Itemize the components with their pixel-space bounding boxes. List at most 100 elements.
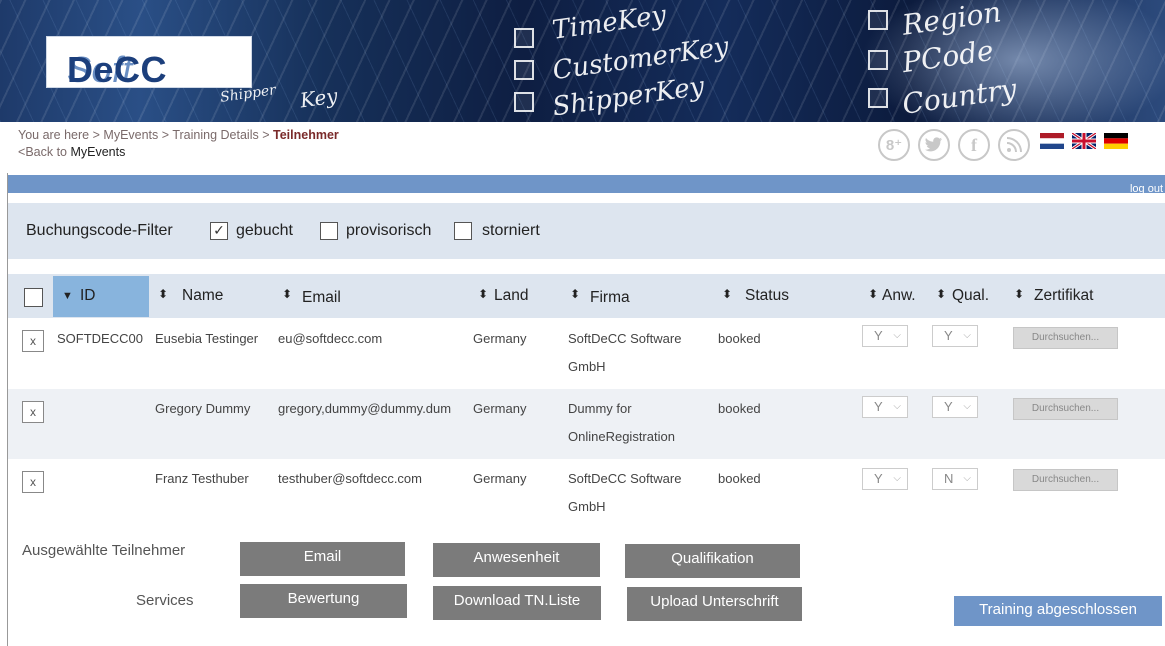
back-prefix: Back to <box>25 145 67 159</box>
cell-email: testhuber@softdecc.com <box>278 471 422 486</box>
booking-code-filter-label: Buchungscode-Filter <box>26 222 173 239</box>
header-banner: TimeKey CustomerKey ShipperKey Region PC… <box>0 0 1165 122</box>
attendance-value: Y <box>874 471 883 486</box>
filter-checkbox-storniert[interactable] <box>454 222 472 240</box>
chevron-down-icon: ⌵ <box>963 401 971 412</box>
upload-signature-button[interactable]: Upload Unterschrift <box>627 587 802 621</box>
chevron-down-icon: ⌵ <box>963 473 971 484</box>
select-all-checkbox[interactable] <box>24 288 43 307</box>
training-completed-button[interactable]: Training abgeschlossen <box>954 596 1162 626</box>
column-header-qual[interactable]: Qual. <box>952 287 989 305</box>
top-bar <box>8 175 1165 193</box>
breadcrumb-prefix: You are here <box>18 128 90 142</box>
sort-icon: ⬍ <box>1014 287 1025 301</box>
column-header-status[interactable]: Status <box>745 287 789 305</box>
column-header-id[interactable]: ID <box>80 287 96 305</box>
qualification-value: N <box>944 471 954 486</box>
breadcrumb-separator: > <box>92 128 100 142</box>
cell-firma-line1: SoftDeCC Software <box>568 331 682 346</box>
column-header-anw[interactable]: Anw. <box>882 287 916 305</box>
attendance-select[interactable]: Y ⌵ <box>862 468 908 490</box>
facebook-icon[interactable]: f <box>958 129 990 161</box>
chevron-down-icon: ⌵ <box>893 473 901 484</box>
banner-checkbox-graphic <box>868 50 888 70</box>
attendance-value: Y <box>874 399 883 414</box>
cell-firma-line2: OnlineRegistration <box>568 429 675 444</box>
sort-icon: ⬍ <box>570 287 581 301</box>
cell-name: Franz Testhuber <box>155 471 249 486</box>
certificate-browse-button[interactable]: Durchsuchen... <box>1013 398 1118 420</box>
flag-uk-icon[interactable] <box>1072 133 1096 149</box>
booking-code-filter-bar <box>8 203 1165 259</box>
download-participant-list-button[interactable]: Download TN.Liste <box>433 586 601 620</box>
column-header-land[interactable]: Land <box>494 287 528 305</box>
breadcrumb-separator: > <box>161 128 170 142</box>
qualification-value: Y <box>944 399 953 414</box>
banner-checkbox-graphic <box>514 28 534 48</box>
attendance-button[interactable]: Anwesenheit <box>433 543 600 577</box>
qualification-value: Y <box>944 328 953 343</box>
sort-icon: ⬍ <box>722 287 733 301</box>
cell-firma-line1: Dummy for <box>568 401 632 416</box>
column-header-name[interactable]: Name <box>182 287 223 305</box>
back-to-myevents-link[interactable]: MyEvents <box>70 145 125 159</box>
breadcrumb: You are here > MyEvents > Training Detai… <box>18 128 339 142</box>
twitter-icon[interactable] <box>918 129 950 161</box>
softdecc-logo[interactable]: Soft DeCC <box>46 36 252 90</box>
cell-firma-line2: GmbH <box>568 359 606 374</box>
chevron-down-icon: ⌵ <box>893 330 901 341</box>
row-select-box[interactable]: x <box>22 401 44 423</box>
cell-firma-line1: SoftDeCC Software <box>568 471 682 486</box>
certificate-browse-button[interactable]: Durchsuchen... <box>1013 469 1118 491</box>
filter-label-gebucht: gebucht <box>236 222 293 239</box>
sort-desc-icon: ▼ <box>62 290 73 302</box>
qualification-select[interactable]: Y ⌵ <box>932 325 978 347</box>
qualification-select[interactable]: N ⌵ <box>932 468 978 490</box>
google-plus-icon[interactable]: 8⁺ <box>878 129 910 161</box>
attendance-value: Y <box>874 328 883 343</box>
rss-icon[interactable] <box>998 129 1030 161</box>
row-select-box[interactable]: x <box>22 471 44 493</box>
row-select-box[interactable]: x <box>22 330 44 352</box>
filter-checkbox-gebucht[interactable]: ✓ <box>210 222 228 240</box>
cell-name: Gregory Dummy <box>155 401 251 416</box>
cell-name: Eusebia Testinger <box>155 331 259 346</box>
flag-germany-icon[interactable] <box>1104 133 1128 149</box>
cell-land: Germany <box>473 471 527 486</box>
banner-checkbox-graphic <box>868 88 888 108</box>
column-header-firma[interactable]: Firma <box>590 289 630 307</box>
cell-land: Germany <box>473 401 527 416</box>
banner-checkbox-graphic <box>514 92 534 112</box>
sort-icon: ⬍ <box>158 287 169 301</box>
sort-icon: ⬍ <box>478 287 489 301</box>
cell-status: booked <box>718 331 761 346</box>
flag-netherlands-icon[interactable] <box>1040 133 1064 149</box>
logo-decc-text: DeCC <box>67 49 168 90</box>
email-button[interactable]: Email <box>240 542 405 576</box>
chevron-down-icon: ⌵ <box>963 330 971 341</box>
cell-email: eu@softdecc.com <box>278 331 383 346</box>
breadcrumb-current: Teilnehmer <box>273 128 339 142</box>
breadcrumb-item-myevents[interactable]: MyEvents <box>103 128 158 142</box>
cell-id: SOFTDECC00 <box>57 331 143 346</box>
back-link-row: <Back to MyEvents <box>18 145 125 159</box>
breadcrumb-separator: > <box>262 128 270 142</box>
logout-link[interactable]: log out <box>1130 183 1163 195</box>
banner-checkbox-graphic <box>514 60 534 80</box>
certificate-browse-button[interactable]: Durchsuchen... <box>1013 327 1118 349</box>
qualification-button[interactable]: Qualifikation <box>625 544 800 578</box>
filter-checkbox-provisorisch[interactable] <box>320 222 338 240</box>
column-header-zertifikat[interactable]: Zertifikat <box>1034 287 1093 305</box>
breadcrumb-item-training-details[interactable]: Training Details <box>172 128 258 142</box>
attendance-select[interactable]: Y ⌵ <box>862 396 908 418</box>
services-label: Services <box>136 592 194 609</box>
cell-status: booked <box>718 401 761 416</box>
qualification-select[interactable]: Y ⌵ <box>932 396 978 418</box>
rating-button[interactable]: Bewertung <box>240 584 407 618</box>
cell-email: gregory,dummy@dummy.dum <box>278 401 452 416</box>
attendance-select[interactable]: Y ⌵ <box>862 325 908 347</box>
banner-checkbox-graphic <box>868 10 888 30</box>
column-header-email[interactable]: Email <box>302 289 341 307</box>
chevron-down-icon: ⌵ <box>893 401 901 412</box>
selected-participants-label: Ausgewählte Teilnehmer <box>22 542 186 559</box>
